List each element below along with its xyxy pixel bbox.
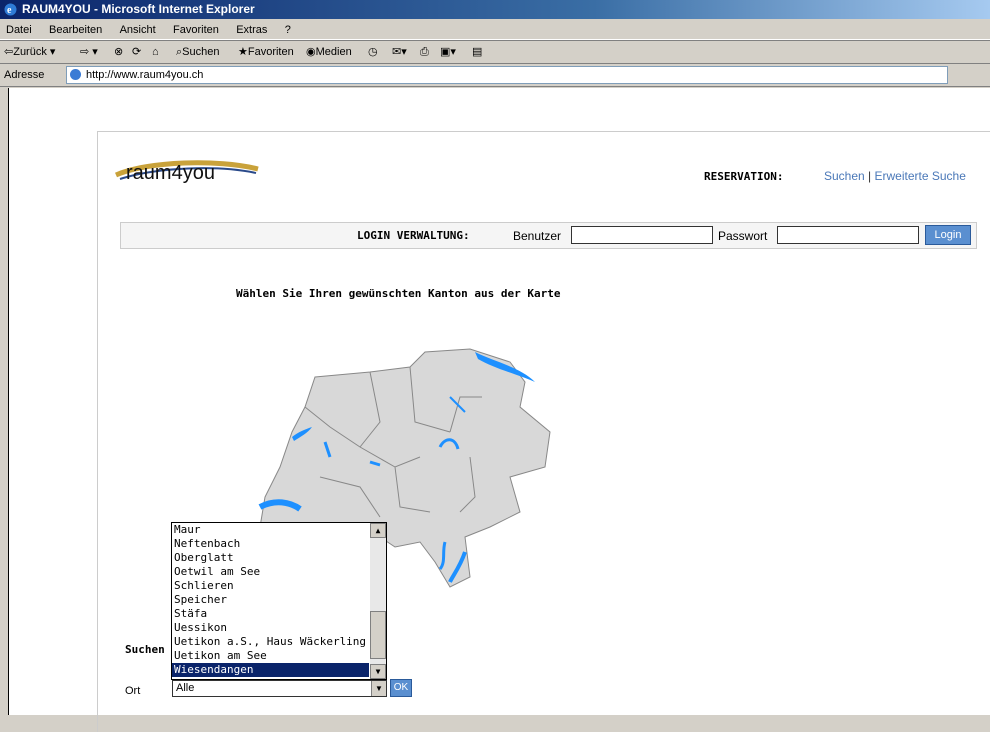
password-input[interactable] xyxy=(777,226,919,244)
address-url: http://www.raum4you.ch xyxy=(86,69,204,81)
toolbar: ⇦Zurück ▾ ⇨ ▾ ⊗ ⟳ ⌂ ⌕Suchen ★Favoriten ◉… xyxy=(0,41,990,64)
home-icon[interactable]: ⌂ xyxy=(152,41,159,63)
advanced-search-link[interactable]: Erweiterte Suche xyxy=(875,169,966,183)
scroll-down-icon[interactable]: ▼ xyxy=(370,664,386,679)
discuss-icon[interactable]: ▤ xyxy=(472,41,482,63)
print-icon[interactable]: ⎙ xyxy=(420,41,429,63)
history-icon[interactable]: ◷ xyxy=(368,41,378,63)
link-separator: | xyxy=(868,169,872,183)
favorites-button[interactable]: ★Favoriten xyxy=(238,41,294,63)
stop-icon[interactable]: ⊗ xyxy=(114,41,123,63)
user-input[interactable] xyxy=(571,226,713,244)
dropdown-option[interactable]: Wiesendangen xyxy=(172,663,369,677)
back-arrow-icon: ⇦ xyxy=(4,46,14,58)
internet-explorer-icon: e xyxy=(4,3,17,16)
menu-ansicht[interactable]: Ansicht xyxy=(120,20,156,40)
choose-canton-heading: Wählen Sie Ihren gewünschten Kanton aus … xyxy=(236,287,561,300)
location-label: Ort xyxy=(125,685,141,697)
menu-extras[interactable]: Extras xyxy=(236,20,267,40)
edit-icon[interactable]: ▣▾ xyxy=(440,41,456,63)
media-button[interactable]: ◉Medien xyxy=(306,41,352,63)
login-bar: LOGIN VERWALTUNG: Benutzer Passwort Logi… xyxy=(120,222,977,249)
scroll-up-icon[interactable]: ▲ xyxy=(370,523,386,538)
location-select[interactable]: Alle ▼ xyxy=(172,680,387,697)
scrollbar-thumb[interactable] xyxy=(370,611,386,659)
dropdown-option[interactable]: Uessikon xyxy=(172,621,369,635)
dropdown-option[interactable]: Uetikon a.S., Haus Wäckerling xyxy=(172,635,369,649)
mail-icon[interactable]: ✉▾ xyxy=(392,41,407,63)
dropdown-option[interactable]: Neftenbach xyxy=(172,537,369,551)
address-input[interactable]: http://www.raum4you.ch ▼ We xyxy=(66,66,948,84)
favorites-icon: ★ xyxy=(238,46,248,58)
dropdown-option[interactable]: Stäfa xyxy=(172,607,369,621)
login-label: LOGIN VERWALTUNG: xyxy=(357,229,470,242)
menu-help[interactable]: ? xyxy=(285,20,291,40)
menu-bar: Datei Bearbeiten Ansicht Favoriten Extra… xyxy=(0,19,990,40)
window-title: RAUM4YOU - Microsoft Internet Explorer xyxy=(22,2,255,16)
reservation-links: Suchen | Erweiterte Suche xyxy=(824,169,966,183)
location-select-value: Alle xyxy=(176,682,195,694)
login-button[interactable]: Login xyxy=(925,225,971,245)
dropdown-option[interactable]: Schlieren xyxy=(172,579,369,593)
svg-text:e: e xyxy=(7,5,12,16)
location-dropdown-list[interactable]: Maur Neftenbach Oberglatt Oetwil am See Schl… xyxy=(171,522,387,680)
back-button[interactable]: ⇦Zurück ▾ xyxy=(4,41,55,63)
dropdown-options: Maur Neftenbach Oberglatt Oetwil am See Schl… xyxy=(172,523,369,677)
address-bar: Adresse http://www.raum4you.ch ▼ We xyxy=(0,64,990,87)
dropdown-option[interactable]: Oberglatt xyxy=(172,551,369,565)
dropdown-option[interactable]: Oetwil am See xyxy=(172,565,369,579)
menu-bearbeiten[interactable]: Bearbeiten xyxy=(49,20,102,40)
user-label: Benutzer xyxy=(513,229,562,243)
browser-viewport: raum4you RESERVATION: Suchen | Erweitert… xyxy=(8,88,990,732)
menu-favoriten[interactable]: Favoriten xyxy=(173,20,219,40)
search-link[interactable]: Suchen xyxy=(824,169,865,183)
search-button[interactable]: ⌕Suchen xyxy=(176,41,219,63)
menu-datei[interactable]: Datei xyxy=(6,20,32,40)
forward-button[interactable]: ⇨ ▾ xyxy=(80,41,98,63)
page-content: raum4you RESERVATION: Suchen | Erweitert… xyxy=(97,131,990,732)
page-icon xyxy=(70,69,81,80)
window-titlebar: e RAUM4YOU - Microsoft Internet Explorer xyxy=(0,0,990,19)
logo-text: raum4you xyxy=(126,162,215,184)
dropdown-option[interactable]: Speicher xyxy=(172,593,369,607)
reservation-label: RESERVATION: xyxy=(704,170,784,183)
address-label: Adresse xyxy=(4,69,45,81)
password-label: Passwort xyxy=(718,229,768,243)
ok-button[interactable]: OK xyxy=(390,679,412,697)
refresh-icon[interactable]: ⟳ xyxy=(132,41,141,63)
dropdown-option[interactable]: Maur xyxy=(172,523,369,537)
search-label: Suchen xyxy=(125,643,165,656)
dropdown-option[interactable]: Uetikon am See xyxy=(172,649,369,663)
media-icon: ◉ xyxy=(306,46,316,58)
dropdown-scrollbar[interactable]: ▲ ▼ xyxy=(370,523,386,679)
chevron-down-icon[interactable]: ▼ xyxy=(371,681,386,696)
